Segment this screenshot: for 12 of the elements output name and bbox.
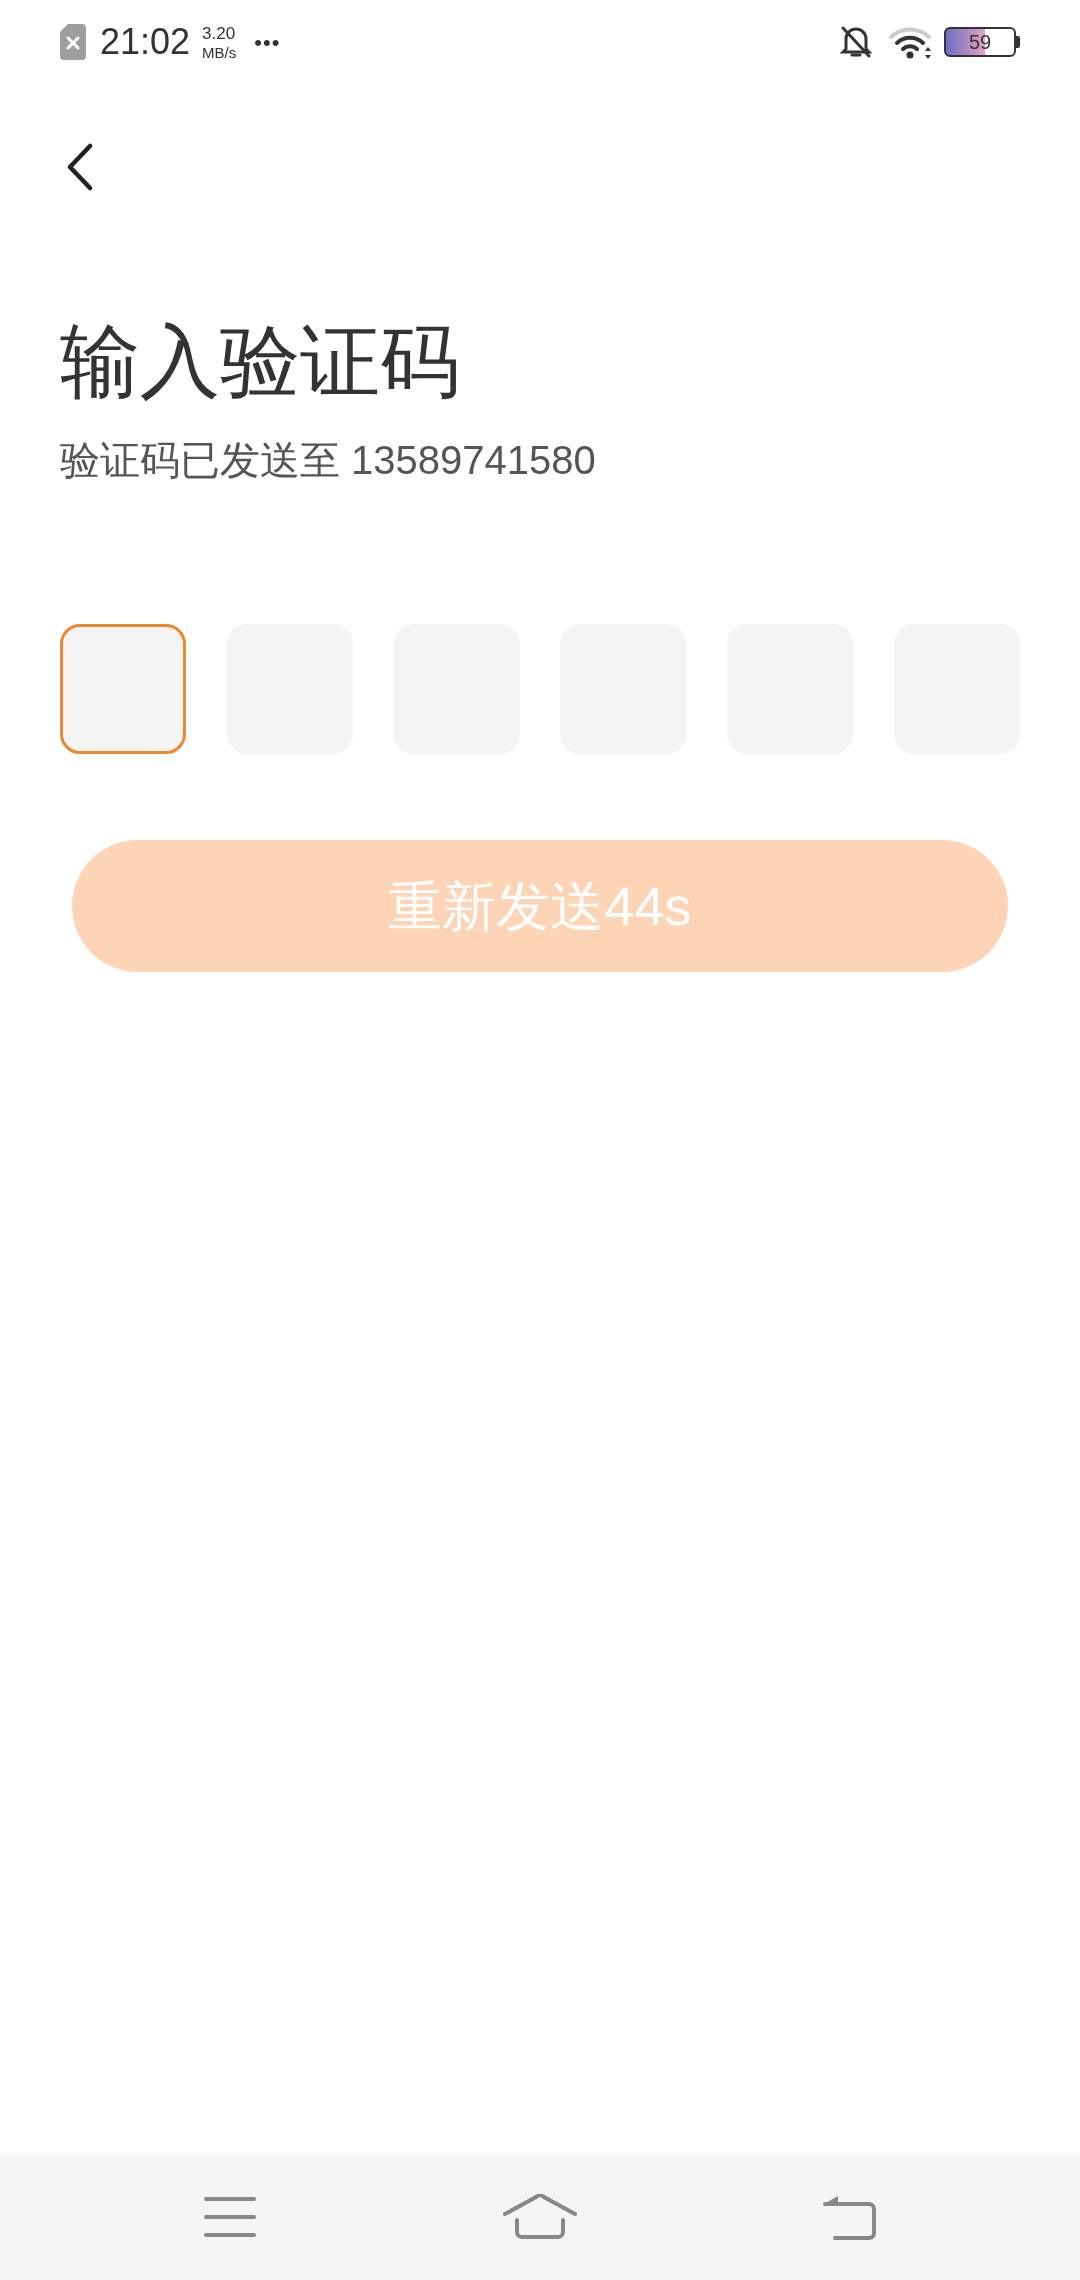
wifi-icon: [888, 25, 934, 59]
home-button[interactable]: [502, 2192, 578, 2241]
network-speed: 3.20: [202, 24, 237, 42]
code-digit-field[interactable]: [60, 624, 186, 754]
page-title: 输入验证码: [60, 316, 461, 408]
phone-sent-note: 验证码已发送至 13589741580: [60, 437, 597, 484]
clock-time: 21:02: [100, 20, 191, 64]
sim-card-icon: [60, 24, 86, 60]
more-dots: •••: [254, 28, 281, 57]
battery-tip-icon: [1016, 36, 1020, 48]
speed-unit: MB/s: [202, 44, 237, 60]
bell-muted-icon: [840, 25, 872, 59]
